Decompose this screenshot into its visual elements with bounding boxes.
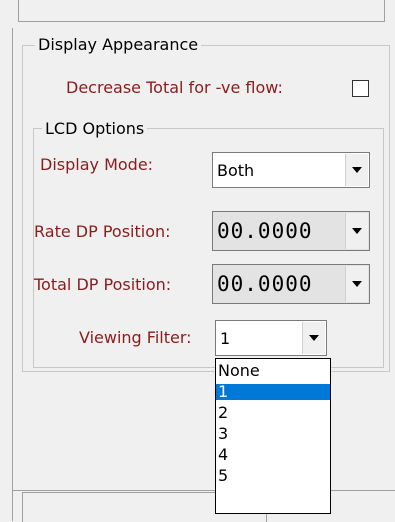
decrease-total-label: Decrease Total for -ve flow:	[66, 78, 283, 97]
chevron-down-icon	[309, 335, 319, 341]
total-dp-label: Total DP Position:	[34, 275, 172, 294]
viewing-filter-option[interactable]: 2	[216, 405, 330, 421]
viewing-filter-dropdown-button[interactable]	[302, 322, 325, 354]
top-panel	[18, 0, 385, 22]
chevron-down-icon	[352, 281, 362, 287]
display-mode-select[interactable]: Both	[212, 152, 370, 188]
rate-dp-label: Rate DP Position:	[34, 222, 171, 241]
viewing-filter-options-list[interactable]: None 1 2 3 4 5	[215, 358, 331, 514]
total-dp-value: 00.0000	[217, 272, 313, 296]
rate-dp-dropdown-button[interactable]	[345, 213, 368, 249]
chevron-down-icon	[352, 228, 362, 234]
viewing-filter-value: 1	[220, 328, 231, 348]
rate-dp-value: 00.0000	[217, 219, 313, 243]
viewing-filter-label: Viewing Filter:	[79, 328, 192, 347]
bottom-divider	[12, 490, 395, 491]
viewing-filter-option[interactable]: 1	[216, 384, 330, 400]
left-divider	[12, 28, 13, 521]
lcd-options-legend: LCD Options	[42, 120, 148, 138]
display-mode-value: Both	[217, 160, 255, 180]
total-dp-select[interactable]: 00.0000	[212, 264, 370, 304]
viewing-filter-option[interactable]: None	[216, 363, 330, 379]
viewing-filter-option[interactable]: 5	[216, 468, 330, 484]
rate-dp-select[interactable]: 00.0000	[212, 211, 370, 251]
total-dp-dropdown-button[interactable]	[345, 266, 368, 302]
viewing-filter-option[interactable]: 3	[216, 426, 330, 442]
display-mode-label: Display Mode:	[40, 155, 154, 174]
display-appearance-legend: Display Appearance	[35, 36, 202, 54]
display-mode-dropdown-button[interactable]	[345, 154, 368, 186]
viewing-filter-option[interactable]: 4	[216, 447, 330, 463]
chevron-down-icon	[352, 167, 362, 173]
viewing-filter-select[interactable]: 1	[215, 320, 327, 356]
decrease-total-checkbox[interactable]	[352, 80, 369, 97]
